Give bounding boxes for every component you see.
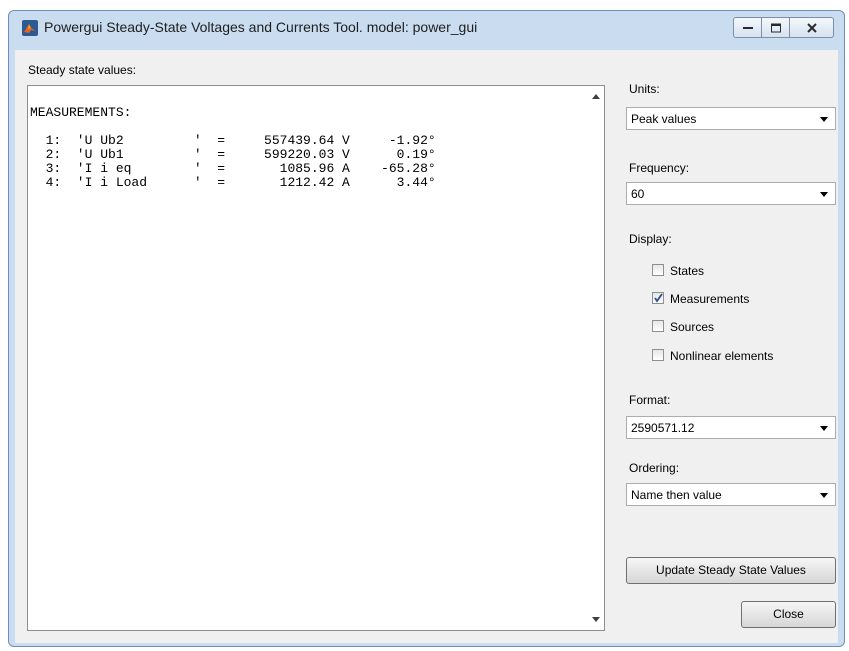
frequency-label: Frequency: — [629, 161, 690, 175]
minimize-icon — [742, 26, 753, 29]
format-label: Format: — [629, 393, 671, 407]
measurements-text: MEASUREMENTS: 1: 'U Ub2 ' = 557439.64 V … — [30, 105, 436, 190]
close-window-button[interactable] — [790, 17, 834, 38]
units-dropdown[interactable]: Peak values — [626, 107, 836, 130]
steady-state-values-textbox[interactable]: MEASUREMENTS: 1: 'U Ub2 ' = 557439.64 V … — [27, 85, 605, 631]
window-title: Powergui Steady-State Voltages and Curre… — [44, 19, 478, 35]
dialog-body: Steady state values: MEASUREMENTS: 1: 'U… — [15, 50, 838, 643]
checkbox-box[interactable] — [652, 264, 664, 276]
measurements-label: Measurements — [670, 292, 750, 306]
close-icon — [806, 22, 817, 33]
checkbox-box[interactable] — [652, 320, 664, 332]
chevron-down-icon[interactable] — [816, 419, 833, 436]
checkbox-box[interactable] — [652, 349, 664, 361]
scroll-up-icon[interactable] — [592, 94, 600, 99]
chevron-down-icon[interactable] — [816, 110, 833, 127]
units-label: Units: — [629, 82, 660, 96]
frequency-dropdown[interactable]: 60 — [626, 182, 836, 205]
units-value: Peak values — [631, 112, 697, 126]
steady-state-label: Steady state values: — [28, 63, 137, 77]
maximize-button[interactable] — [762, 17, 790, 38]
vertical-scrollbar[interactable] — [587, 86, 604, 630]
tool-window: Powergui Steady-State Voltages and Curre… — [8, 10, 845, 647]
title-bar[interactable]: Powergui Steady-State Voltages and Curre… — [9, 11, 844, 43]
checkmark-icon — [654, 293, 663, 303]
sources-label: Sources — [670, 320, 715, 334]
frequency-value: 60 — [631, 187, 645, 201]
ordering-value: Name then value — [631, 488, 722, 502]
chevron-down-icon[interactable] — [816, 185, 833, 202]
matlab-logo-icon — [22, 20, 38, 36]
close-button[interactable]: Close — [741, 601, 836, 628]
states-label: States — [670, 264, 705, 278]
chevron-down-icon[interactable] — [816, 486, 833, 503]
ordering-label: Ordering: — [629, 461, 680, 475]
update-steady-state-button[interactable]: Update Steady State Values — [626, 557, 836, 584]
ordering-dropdown[interactable]: Name then value — [626, 483, 836, 506]
format-dropdown[interactable]: 2590571.12 — [626, 416, 836, 439]
format-value: 2590571.12 — [631, 421, 695, 435]
display-label: Display: — [629, 232, 672, 246]
nonlinear-elements-label: Nonlinear elements — [670, 349, 774, 363]
maximize-icon — [770, 23, 781, 32]
checkbox-box[interactable] — [652, 292, 664, 304]
minimize-button[interactable] — [733, 17, 762, 38]
scroll-down-icon[interactable] — [592, 617, 600, 622]
